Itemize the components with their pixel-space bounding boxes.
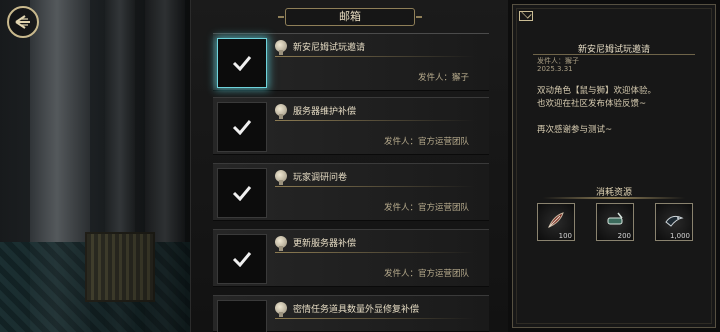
arrow-left-icon — [15, 15, 30, 29]
check-icon — [232, 120, 252, 135]
mail-title: 服务器维护补偿 — [293, 107, 357, 117]
mail-item[interactable]: 更新服务器补偿 发件人：官方运营团队 — [213, 229, 489, 287]
resource-slot[interactable]: 1,000 — [655, 203, 693, 241]
title-divider — [275, 120, 475, 121]
resource-slot[interactable]: 100 — [537, 203, 575, 241]
body-line: 也欢迎在社区发布体验反馈~ — [537, 99, 647, 109]
check-icon — [232, 56, 252, 71]
resources-divider — [543, 197, 685, 199]
resource-count: 200 — [617, 232, 631, 240]
title-divider — [275, 252, 475, 253]
mail-list-panel: 邮箱 新安尼姆试玩邀请 发件人：獬子 服务器维护补偿 发件人：官方运营团队 玩家… — [190, 0, 508, 332]
title-divider — [275, 318, 475, 319]
mail-sender: 发件人：官方运营团队 — [383, 137, 469, 147]
mail-item[interactable]: 玩家调研问卷 发件人：官方运营团队 — [213, 163, 489, 221]
detail-divider — [533, 54, 695, 55]
wax-seal-icon — [275, 302, 287, 317]
raven-icon — [665, 215, 684, 227]
mail-item[interactable]: 密情任务道具数量外显修复补偿 — [213, 295, 489, 332]
body-line: 双动角色【鼠与狮】欢迎体验。 — [537, 86, 657, 96]
background-scene — [0, 0, 200, 332]
mail-sender: 发件人：官方运营团队 — [383, 269, 469, 279]
check-icon — [232, 186, 252, 201]
body-line: 再次感谢参与测试~ — [537, 125, 613, 135]
mail-checkbox[interactable] — [217, 234, 267, 284]
resource-count: 100 — [558, 232, 572, 240]
wax-seal-icon — [275, 40, 287, 55]
wax-seal-icon — [275, 104, 287, 119]
wax-seal-icon — [275, 170, 287, 185]
wax-seal-icon — [275, 236, 287, 251]
mailbox-title: 邮箱 — [278, 8, 422, 26]
title-divider — [275, 56, 475, 57]
mail-checkbox[interactable] — [217, 38, 267, 88]
green-scroll-icon — [607, 212, 623, 225]
mail-title: 密情任务道具数量外显修复补偿 — [293, 305, 420, 315]
detail-date: 2025.3.31 — [537, 65, 573, 73]
mail-checkbox[interactable] — [217, 102, 267, 152]
mail-detail-panel: 新安尼姆试玩邀请 发件人：獬子 2025.3.31 双动角色【鼠与狮】欢迎体验。… — [512, 4, 716, 328]
mail-sender: 发件人：獬子 — [417, 73, 469, 83]
mail-checkbox[interactable] — [217, 300, 267, 332]
body-line — [537, 111, 656, 124]
back-button[interactable] — [7, 6, 39, 38]
resource-count: 1,000 — [669, 232, 690, 240]
mail-title: 新安尼姆试玩邀请 — [293, 43, 366, 53]
mail-item[interactable]: 新安尼姆试玩邀请 发件人：獬子 — [213, 33, 489, 91]
mail-title: 更新服务器补偿 — [293, 239, 357, 249]
mail-checkbox[interactable] — [217, 168, 267, 218]
detail-body: 双动角色【鼠与狮】欢迎体验。 也欢迎在社区发布体验反馈~ 再次感谢参与测试~ — [537, 85, 656, 137]
check-icon — [232, 252, 252, 267]
title-divider — [275, 186, 475, 187]
resource-slot[interactable]: 200 — [596, 203, 634, 241]
red-feather-icon — [548, 212, 564, 228]
scene-shade — [0, 0, 200, 332]
mail-sender: 发件人：官方运营团队 — [383, 203, 469, 213]
envelope-icon — [519, 11, 533, 21]
mail-title: 玩家调研问卷 — [293, 173, 348, 183]
mail-item[interactable]: 服务器维护补偿 发件人：官方运营团队 — [213, 97, 489, 155]
